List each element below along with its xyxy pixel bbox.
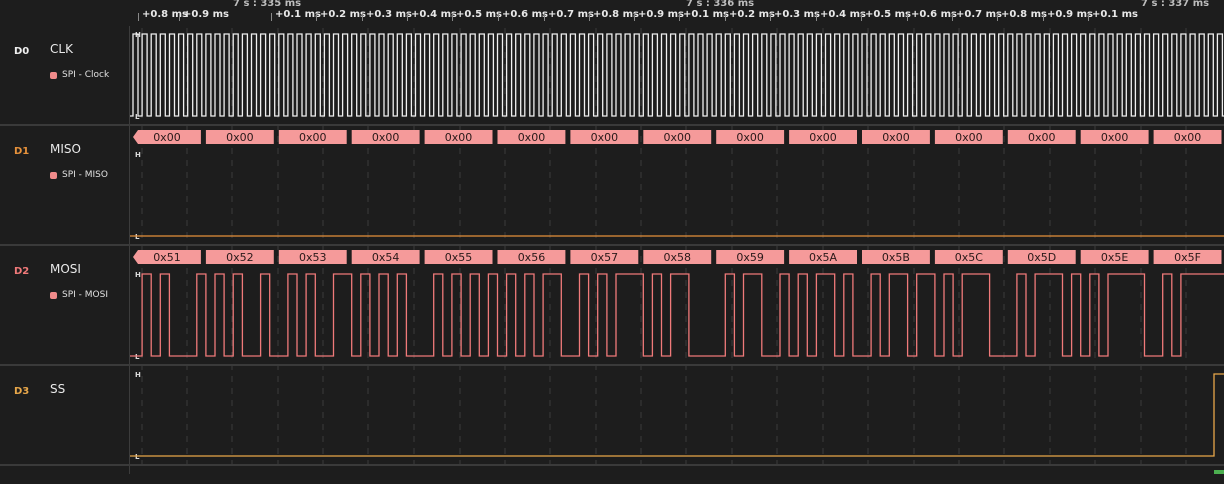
level-low-label: L	[135, 233, 140, 241]
mosi-decode-value: 0x5F	[1174, 251, 1201, 264]
miso-decode-value: 0x00	[663, 131, 691, 144]
waveform-canvas[interactable]: HLHLHLHL0x00 0x00 0x00 0x00 0x00 0x00 0x00 0x00…	[0, 0, 1224, 474]
level-low-label: L	[135, 353, 140, 361]
miso-decode-value: 0x00	[1174, 131, 1202, 144]
mosi-decode-value: 0x5D	[1027, 251, 1056, 264]
mosi-decode-value: 0x51	[153, 251, 181, 264]
status-indicator	[1214, 470, 1224, 474]
ss-trace	[130, 373, 1224, 457]
mosi-decode-value: 0x56	[518, 251, 546, 264]
miso-decode-value: 0x00	[1101, 131, 1129, 144]
clk-trace	[130, 33, 1224, 117]
miso-decode-value: 0x00	[736, 131, 764, 144]
miso-decode-value: 0x00	[809, 131, 837, 144]
miso-decode-value: 0x00	[955, 131, 983, 144]
miso-decode-value: 0x00	[372, 131, 400, 144]
mosi-decode-value: 0x53	[299, 251, 327, 264]
level-high-label: H	[135, 371, 141, 379]
miso-decode-value: 0x00	[299, 131, 327, 144]
miso-decode-value: 0x00	[445, 131, 473, 144]
miso-decode-value: 0x00	[882, 131, 910, 144]
level-high-label: H	[135, 151, 141, 159]
miso-decode-value: 0x00	[153, 131, 181, 144]
mosi-decode-value: 0x58	[663, 251, 691, 264]
miso-decode-value: 0x00	[518, 131, 546, 144]
mosi-decode-value: 0x5A	[809, 251, 838, 264]
mosi-decode-value: 0x5E	[1101, 251, 1129, 264]
miso-decode-value: 0x00	[226, 131, 254, 144]
mosi-decode-value: 0x5C	[955, 251, 984, 264]
level-low-label: L	[135, 453, 140, 461]
mosi-trace	[130, 273, 1224, 357]
mosi-decode-value: 0x57	[591, 251, 619, 264]
mosi-decode-value: 0x54	[372, 251, 400, 264]
level-high-label: H	[135, 271, 141, 279]
miso-decode-value: 0x00	[591, 131, 619, 144]
mosi-decode-value: 0x52	[226, 251, 254, 264]
mosi-decode-value: 0x59	[736, 251, 764, 264]
miso-decode-value: 0x00	[1028, 131, 1056, 144]
mosi-decode-value: 0x55	[445, 251, 473, 264]
mosi-decode-value: 0x5B	[882, 251, 910, 264]
